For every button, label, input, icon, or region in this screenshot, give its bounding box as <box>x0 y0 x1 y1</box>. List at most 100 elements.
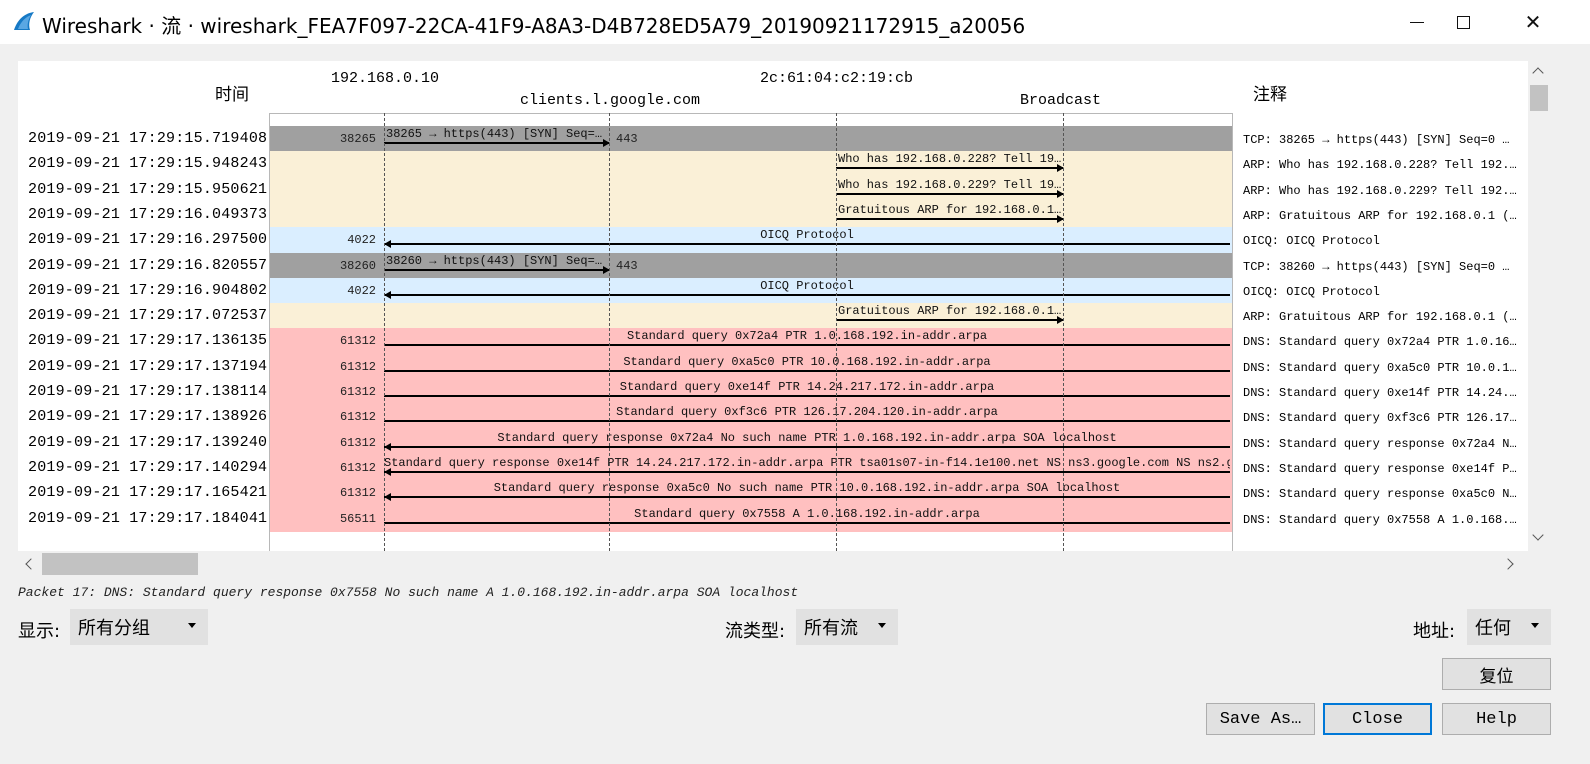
flow-type-value: 所有流 <box>804 618 858 639</box>
flow-message: OICQ Protocol <box>760 228 854 242</box>
chevron-down-icon <box>1531 623 1539 628</box>
flow-message: Standard query response 0xe14f PTR 14.24… <box>384 456 1230 470</box>
flow-row[interactable] <box>270 303 1232 329</box>
flow-type-dropdown[interactable]: 所有流 <box>796 609 898 645</box>
row-comment: DNS: Standard query response 0xa5c0 N… <box>1243 487 1517 501</box>
minimize-button[interactable] <box>1394 0 1440 44</box>
title-bar: Wireshark · 流 · wireshark_FEA7F097-22CA-… <box>0 0 1590 44</box>
flow-arrow <box>836 167 1063 169</box>
host-name-2: clients.l.google.com <box>520 92 701 109</box>
row-time: 2019-09-21 17:29:16.820557 <box>28 257 268 274</box>
row-comment: DNS: Standard query 0xa5c0 PTR 10.0.1… <box>1243 361 1517 375</box>
row-comment: DNS: Standard query 0xf3c6 PTR 126.17… <box>1243 411 1517 425</box>
flow-message: 38265 → https(443) [SYN] Seq=… <box>386 127 603 141</box>
flow-message: Standard query 0xf3c6 PTR 126.17.204.120… <box>616 405 998 419</box>
flow-arrow <box>836 218 1063 220</box>
row-comment: DNS: Standard query 0xe14f PTR 14.24.… <box>1243 386 1517 400</box>
flow-row[interactable] <box>270 202 1232 228</box>
flow-arrow <box>384 243 1230 245</box>
flow-message: Standard query 0x7558 A 1.0.168.192.in-a… <box>634 507 980 521</box>
show-label: 显示: <box>18 621 61 642</box>
save-as-button[interactable]: Save As… <box>1206 703 1315 735</box>
vertical-scroll-thumb[interactable] <box>1530 85 1548 111</box>
wireshark-fin-icon <box>14 12 34 30</box>
row-time: 2019-09-21 17:29:17.136135 <box>28 332 268 349</box>
row-comment: ARP: Who has 192.168.0.228? Tell 192.… <box>1243 158 1517 172</box>
lifeline-host-1 <box>384 113 385 551</box>
reset-button[interactable]: 复位 <box>1442 658 1551 690</box>
maximize-button[interactable] <box>1440 0 1486 44</box>
row-comment: DNS: Standard query response 0x72a4 N… <box>1243 437 1517 451</box>
src-port: 61312 <box>339 486 376 500</box>
lifeline-host-3 <box>836 113 837 551</box>
time-column-header: 时间 <box>215 85 249 105</box>
flow-message: Standard query 0x72a4 PTR 1.0.168.192.in… <box>626 329 988 343</box>
row-comment: DNS: Standard query 0x7558 A 1.0.168.… <box>1243 513 1517 527</box>
horizontal-scrollbar[interactable] <box>18 551 1528 577</box>
flow-arrow <box>384 471 1230 473</box>
close-button[interactable]: Close <box>1323 703 1432 735</box>
vertical-scrollbar[interactable] <box>1528 61 1550 551</box>
row-time: 2019-09-21 17:29:16.297500 <box>28 231 268 248</box>
scroll-right-icon[interactable] <box>1502 558 1514 570</box>
flow-message: Gratuitous ARP for 192.168.0.1… <box>838 203 1061 217</box>
flow-message: 38260 → https(443) [SYN] Seq=… <box>386 254 603 268</box>
help-button[interactable]: Help <box>1442 703 1551 735</box>
lifeline-host-2 <box>609 113 610 551</box>
lifeline-host-4 <box>1063 113 1064 551</box>
row-time: 2019-09-21 17:29:17.138114 <box>28 383 268 400</box>
src-port: 4022 <box>347 284 376 298</box>
window-title: Wireshark · 流 · wireshark_FEA7F097-22CA-… <box>42 14 1026 38</box>
row-comment: DNS: Standard query response 0xe14f P… <box>1243 462 1517 476</box>
row-time: 2019-09-21 17:29:17.184041 <box>28 510 268 527</box>
address-label: 地址: <box>1413 621 1456 642</box>
src-port: 4022 <box>347 233 376 247</box>
flow-arrow <box>384 344 1230 346</box>
src-port: 38265 <box>339 132 376 146</box>
flow-message: Standard query 0xe14f PTR 14.24.217.172.… <box>619 380 995 394</box>
scroll-up-icon[interactable] <box>1532 67 1544 79</box>
src-port: 61312 <box>339 334 376 348</box>
row-time: 2019-09-21 17:29:15.950621 <box>28 181 268 198</box>
flow-type-label: 流类型: <box>725 621 786 642</box>
row-time: 2019-09-21 17:29:15.948243 <box>28 155 268 172</box>
scroll-left-icon[interactable] <box>25 558 37 570</box>
flow-arrow <box>384 370 1230 372</box>
flow-graph[interactable]: 时间 注释 192.168.0.10 clients.l.google.com … <box>18 61 1528 551</box>
row-time: 2019-09-21 17:29:17.138926 <box>28 408 268 425</box>
flow-message: Standard query response 0x72a4 No such n… <box>497 431 1117 445</box>
row-comment: TCP: 38260 → https(443) [SYN] Seq=0 … <box>1243 260 1510 274</box>
row-time: 2019-09-21 17:29:17.137194 <box>28 358 268 375</box>
row-time: 2019-09-21 17:29:17.072537 <box>28 307 268 324</box>
row-comment: OICQ: OICQ Protocol <box>1243 234 1380 248</box>
address-dropdown[interactable]: 任何 <box>1467 609 1551 645</box>
show-packets-dropdown[interactable]: 所有分组 <box>70 609 208 645</box>
flow-message: Standard query 0xa5c0 PTR 10.0.168.192.i… <box>623 355 991 369</box>
dst-port: 443 <box>616 132 638 146</box>
row-comment: ARP: Gratuitous ARP for 192.168.0.1 (… <box>1243 310 1517 324</box>
host-address-3: 2c:61:04:c2:19:cb <box>760 70 914 87</box>
row-comment: OICQ: OICQ Protocol <box>1243 285 1380 299</box>
show-packets-value: 所有分组 <box>78 618 150 639</box>
flow-row[interactable] <box>270 177 1232 203</box>
horizontal-scroll-thumb[interactable] <box>42 553 198 575</box>
row-time: 2019-09-21 17:29:17.165421 <box>28 484 268 501</box>
flow-message: Standard query response 0xa5c0 No such n… <box>493 481 1121 495</box>
row-time: 2019-09-21 17:29:15.719408 <box>28 130 268 147</box>
dst-port: 443 <box>616 259 638 273</box>
scroll-down-icon[interactable] <box>1532 529 1544 541</box>
maximize-icon <box>1456 15 1470 29</box>
host-address-1: 192.168.0.10 <box>331 70 440 87</box>
close-window-button[interactable]: ✕ <box>1510 0 1556 44</box>
comment-column-header: 注释 <box>1253 85 1287 105</box>
flow-arrow <box>384 142 609 144</box>
flow-message: Who has 192.168.0.228? Tell 19… <box>838 152 1061 166</box>
flow-row[interactable] <box>270 151 1232 177</box>
src-port: 61312 <box>339 436 376 450</box>
src-port: 61312 <box>339 410 376 424</box>
flow-arrow <box>384 420 1230 422</box>
src-port: 38260 <box>339 259 376 273</box>
row-time: 2019-09-21 17:29:16.904802 <box>28 282 268 299</box>
flow-arrow <box>384 496 1230 498</box>
src-port: 56511 <box>339 512 376 526</box>
